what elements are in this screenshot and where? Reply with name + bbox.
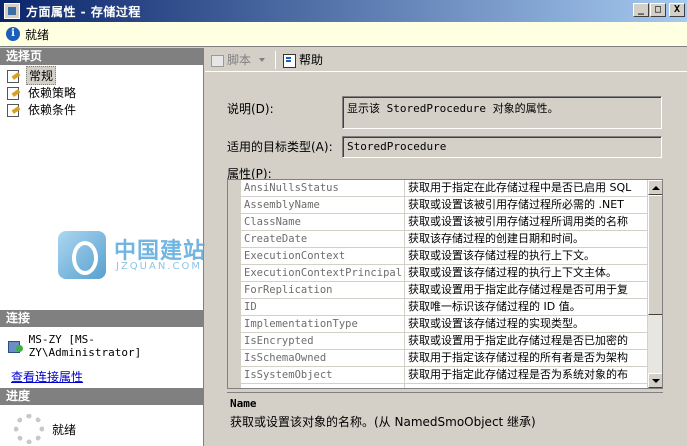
maximize-button[interactable]: □ xyxy=(650,3,666,17)
property-name: ClassName xyxy=(241,214,405,230)
description-field[interactable]: 显示该 StoredProcedure 对象的属性。 xyxy=(342,96,662,129)
table-row[interactable]: ExecutionContext 获取或设置该存储过程的执行上下文。 xyxy=(228,248,648,265)
property-desc: 获取用于指定此存储过程是否为系统对象的布 xyxy=(408,368,628,381)
table-row[interactable]: IsEncrypted 获取或设置用于指定此存储过程是否已加密的 xyxy=(228,333,648,350)
window-icon xyxy=(4,3,20,19)
target-type-label: 适用的目标类型(A): xyxy=(227,140,333,154)
property-name: IsEncrypted xyxy=(241,333,405,349)
table-row[interactable]: AssemblyName 获取或设置该被引用存储过程所必需的 .NET xyxy=(228,197,648,214)
property-name: ExecutionContextPrincipal xyxy=(241,265,405,281)
table-row[interactable]: CreateDate 获取该存储过程的创建日期和时间。 xyxy=(228,231,648,248)
status-text: 就绪 xyxy=(25,27,50,42)
page-item-label: 常规 xyxy=(26,66,57,85)
property-name: CreateDate xyxy=(241,231,405,247)
script-label: 脚本 xyxy=(227,53,252,67)
connection-value: MS-ZY [MS-ZY\Administrator] xyxy=(28,333,142,359)
close-button[interactable]: X xyxy=(669,3,685,17)
script-button[interactable]: 脚本 xyxy=(207,50,272,70)
property-description-panel: Name 获取或设置该对象的名称。(从 NamedSmoObject 继承) xyxy=(227,392,663,446)
window-title: 方面属性 - 存储过程 xyxy=(26,4,141,19)
watermark-logo xyxy=(58,231,106,279)
table-row[interactable]: IsSystemObject 获取用于指定此存储过程是否为系统对象的布 xyxy=(228,367,648,384)
page-item-dependent-policies[interactable]: 依赖策略 xyxy=(6,84,203,101)
table-row[interactable]: ForReplication 获取或设置用于指定此存储过程是否可用于复 xyxy=(228,282,648,299)
table-row[interactable]: ExecutionContextPrincipal 获取或设置该存储过程的执行上下… xyxy=(228,265,648,282)
window-controls: _ □ X xyxy=(633,3,685,17)
page-list: 常规 依赖策略 依赖条件 xyxy=(0,65,203,118)
properties-grid[interactable]: AnsiNullsStatus 获取用于指定在此存储过程中是否已启用 SQL As… xyxy=(227,179,663,389)
info-icon: i xyxy=(6,27,20,41)
progress-spinner-icon xyxy=(14,414,44,444)
table-row[interactable]: ImplementationType 获取或设置该存储过程的实现类型。 xyxy=(228,316,648,333)
selected-property-name: Name xyxy=(230,397,257,410)
property-desc: 获取或设置用于指定此存储过程是否可用于复 xyxy=(408,283,628,296)
help-label: 帮助 xyxy=(299,53,324,67)
property-desc: 获取或设置该存储过程的执行上下文主体。 xyxy=(408,266,617,279)
toolbar: 脚本 帮助 xyxy=(205,48,687,72)
selected-property-description: 获取或设置该对象的名称。(从 NamedSmoObject 继承) xyxy=(230,415,536,429)
help-icon xyxy=(282,53,297,68)
select-page-header: 选择页 xyxy=(0,48,203,65)
property-desc: 获取唯一标识该存储过程的 ID 值。 xyxy=(408,300,581,313)
scroll-up-icon[interactable] xyxy=(648,180,662,195)
property-desc: 获取该存储过程的创建日期和时间。 xyxy=(408,232,584,245)
page-icon xyxy=(6,69,22,83)
toolbar-separator xyxy=(275,50,277,69)
property-desc: 获取用于指定在此存储过程中是否已启用 SQL xyxy=(408,181,632,194)
chevron-down-icon[interactable] xyxy=(259,57,266,62)
table-row[interactable] xyxy=(228,384,648,388)
page-icon xyxy=(6,103,22,117)
property-desc: 获取用于指定该存储过程的所有者是否为架构 xyxy=(408,351,628,364)
page-item-label: 依赖条件 xyxy=(28,103,77,117)
watermark-subtext: JZQUAN.COM xyxy=(116,261,202,272)
title-bar: 方面属性 - 存储过程 _ □ X xyxy=(0,0,687,22)
left-pane: 选择页 常规 依赖策略 依赖条件 中国建站圈 JZQUAN.COM 连接 MS-… xyxy=(0,48,228,446)
right-pane: 脚本 帮助 说明(D): 显示该 StoredProcedure 对象的属性。 … xyxy=(205,48,687,446)
connection-header: 连接 xyxy=(0,310,203,327)
property-desc: 获取或设置该被引用存储过程所调用类的名称 xyxy=(408,215,628,228)
property-desc: 获取或设置用于指定此存储过程是否已加密的 xyxy=(408,334,628,347)
property-name: AssemblyName xyxy=(241,197,405,213)
table-row[interactable]: ID 获取唯一标识该存储过程的 ID 值。 xyxy=(228,299,648,316)
scroll-down-icon[interactable] xyxy=(648,373,662,388)
property-name: IsSystemObject xyxy=(241,367,405,383)
property-name: IsSchemaOwned xyxy=(241,350,405,366)
scroll-thumb[interactable] xyxy=(648,195,662,315)
property-name: ID xyxy=(241,299,405,315)
property-desc: 获取或设置该存储过程的实现类型。 xyxy=(408,317,584,330)
property-name: ImplementationType xyxy=(241,316,405,332)
minimize-button[interactable]: _ xyxy=(633,3,649,17)
script-icon xyxy=(210,53,224,67)
progress-header: 进度 xyxy=(0,388,203,405)
table-row[interactable]: AnsiNullsStatus 获取用于指定在此存储过程中是否已启用 SQL xyxy=(228,180,648,197)
property-desc: 获取或设置该被引用存储过程所必需的 .NET xyxy=(408,198,624,211)
page-item-general[interactable]: 常规 xyxy=(6,66,203,85)
progress-info: 就绪 xyxy=(14,414,76,444)
progress-status: 就绪 xyxy=(52,422,77,437)
property-name: ForReplication xyxy=(241,282,405,298)
description-label: 说明(D): xyxy=(227,102,274,116)
table-row[interactable]: ClassName 获取或设置该被引用存储过程所调用类的名称 xyxy=(228,214,648,231)
help-button[interactable]: 帮助 xyxy=(279,50,326,70)
property-desc: 获取或设置该存储过程的执行上下文。 xyxy=(408,249,595,262)
page-icon xyxy=(6,86,22,100)
view-connection-properties-link[interactable]: 查看连接属性 xyxy=(11,368,83,385)
page-item-label: 依赖策略 xyxy=(28,86,77,100)
properties-rows: AnsiNullsStatus 获取用于指定在此存储过程中是否已启用 SQL As… xyxy=(228,180,648,388)
connection-info: MS-ZY [MS-ZY\Administrator] xyxy=(8,333,203,359)
property-name: AnsiNullsStatus xyxy=(241,180,405,196)
target-type-field[interactable]: StoredProcedure xyxy=(342,136,662,158)
properties-scrollbar[interactable] xyxy=(647,180,662,388)
server-icon xyxy=(8,339,24,353)
status-strip: i 就绪 xyxy=(0,22,687,47)
table-row[interactable]: IsSchemaOwned 获取用于指定该存储过程的所有者是否为架构 xyxy=(228,350,648,367)
page-item-dependent-conditions[interactable]: 依赖条件 xyxy=(6,101,203,118)
property-name: ExecutionContext xyxy=(241,248,405,264)
